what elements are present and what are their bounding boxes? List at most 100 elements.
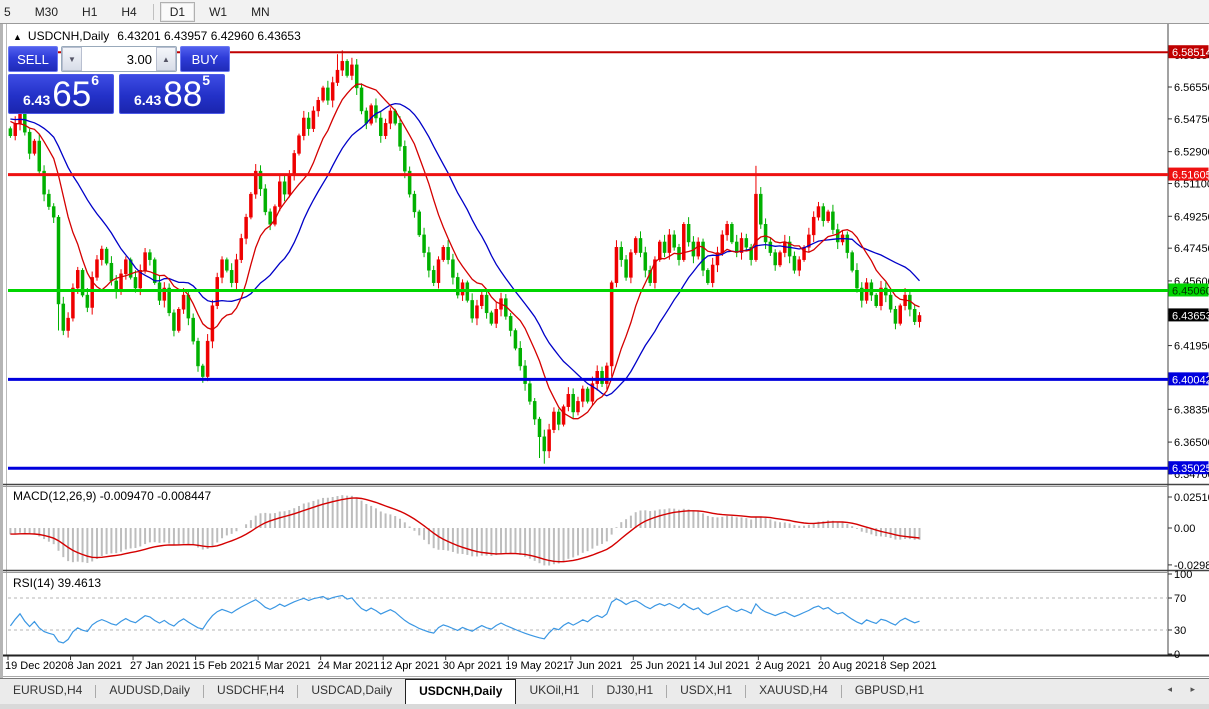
rsi-indicator-label: RSI(14) 39.4613 [13,576,102,590]
candle-body [581,388,585,402]
macd-indicator-label: MACD(12,26,9) -0.009470 -0.008447 [13,489,212,503]
candle-body [51,206,56,218]
timeframe-button-d1[interactable]: D1 [159,1,196,22]
candle-body [412,193,417,213]
candle-body [470,300,474,319]
chart-title: ▲ USDCNH,Daily 6.43201 6.43957 6.42960 6.4… [13,29,301,43]
candle-body [629,252,633,278]
candle-body [720,234,725,253]
candle-body [528,383,532,402]
timeframe-button-h1[interactable]: H1 [72,2,107,22]
rsi-scale-label: 70 [1174,593,1186,605]
candle-body [480,294,484,306]
date-label: 8 Jan 2021 [68,660,122,672]
candle-body [302,117,306,136]
candle-body [835,229,840,243]
date-label: 7 Jun 2021 [568,660,622,672]
price-tick-label: 6.49250 [1174,211,1209,223]
candle-body [614,247,619,283]
candle-body [326,87,330,101]
candle-body [287,174,292,195]
candle-body [23,110,27,133]
collapse-panel-icon[interactable]: ▲ [13,32,22,42]
candle-body [912,309,917,322]
timeframe-button-mn[interactable]: MN [241,2,280,22]
candle-body [576,401,580,413]
candle-body [306,117,311,129]
candle-body [845,234,850,253]
candle-body [638,238,643,253]
candle-body [95,259,99,278]
tab-gbpusd[interactable]: GBPUSD,H1 [842,679,937,704]
candle-body [658,241,662,260]
candle-body [706,270,710,283]
candle-body [826,211,830,221]
sell-price-box[interactable]: 6.43 65 6 [8,73,114,115]
candle-body [821,206,826,221]
candle-body [874,294,878,306]
candle-body [75,270,80,289]
volume-decrease-button[interactable]: ▼ [62,47,82,71]
candle-body [61,303,66,331]
candle-body [239,238,244,260]
timeframe-button-5[interactable]: 5 [0,2,21,22]
candle-body [282,181,287,195]
candle-body [32,140,37,154]
candle-body [196,340,200,367]
candle-body [104,248,109,264]
candle-body [422,234,426,253]
candle-body [571,394,575,413]
candle-body [13,123,17,136]
buy-button[interactable]: BUY [180,46,230,72]
volume-increase-button[interactable]: ▲ [156,47,176,71]
tab-audusd[interactable]: AUDUSD,Daily [96,679,203,704]
tab-ukoil[interactable]: UKOil,H1 [516,679,592,704]
macd-scale-label: 0.025108 [1174,492,1209,504]
date-label: 25 Jun 2021 [630,660,691,672]
volume-input[interactable] [82,47,156,71]
tab-usdchf[interactable]: USDCHF,H4 [204,679,297,704]
tab-xauusd[interactable]: XAUUSD,H4 [746,679,841,704]
timeframe-button-w1[interactable]: W1 [199,2,237,22]
candle-body [494,309,498,324]
candle-body [37,140,42,172]
timeframe-button-m30[interactable]: M30 [25,2,68,22]
tab-usdcad[interactable]: USDCAD,Daily [298,679,405,704]
price-badge-label: 6.40042 [1172,374,1209,386]
candle-body [893,309,898,324]
candle-body [763,224,768,243]
tab-usdcnh[interactable]: USDCNH,Daily [405,679,517,704]
rsi-scale-label: 30 [1174,625,1186,637]
candle-body [730,224,734,243]
timeframe-button-h4[interactable]: H4 [111,2,146,22]
candle-body [686,224,691,243]
candle-body [754,193,758,260]
price-tick-label: 6.38350 [1174,404,1209,416]
candle-body [624,259,628,278]
tab-dj30[interactable]: DJ30,H1 [593,679,666,704]
tab-usdx[interactable]: USDX,H1 [667,679,745,704]
candle-body [268,211,272,225]
date-label: 12 Apr 2021 [380,660,439,672]
candle-body [263,188,268,213]
candle-body [374,105,378,119]
candle-body [297,135,301,154]
candle-body [518,347,523,367]
candle-body [547,429,551,452]
candle-body [148,252,152,260]
candle-body [773,252,777,266]
candle-body [898,305,902,324]
sell-price-big: 65 [52,75,92,115]
buy-price-box[interactable]: 6.43 88 5 [119,73,225,114]
candle-body [220,259,224,278]
sell-button[interactable]: SELL [8,46,58,72]
toolbar-separator [152,3,154,20]
tab-scroll-arrows[interactable]: ◂ ▸ [1167,684,1203,695]
candle-body [797,259,801,271]
candle-body [595,370,599,384]
candle-body [292,153,296,175]
tab-eurusd[interactable]: EURUSD,H4 [0,679,95,704]
candle-body [542,436,547,452]
candle-body [234,259,239,283]
symbol-tab-bar: EURUSD,H4 AUDUSD,Daily USDCHF,H4 USDCAD,Dai… [0,678,1209,704]
